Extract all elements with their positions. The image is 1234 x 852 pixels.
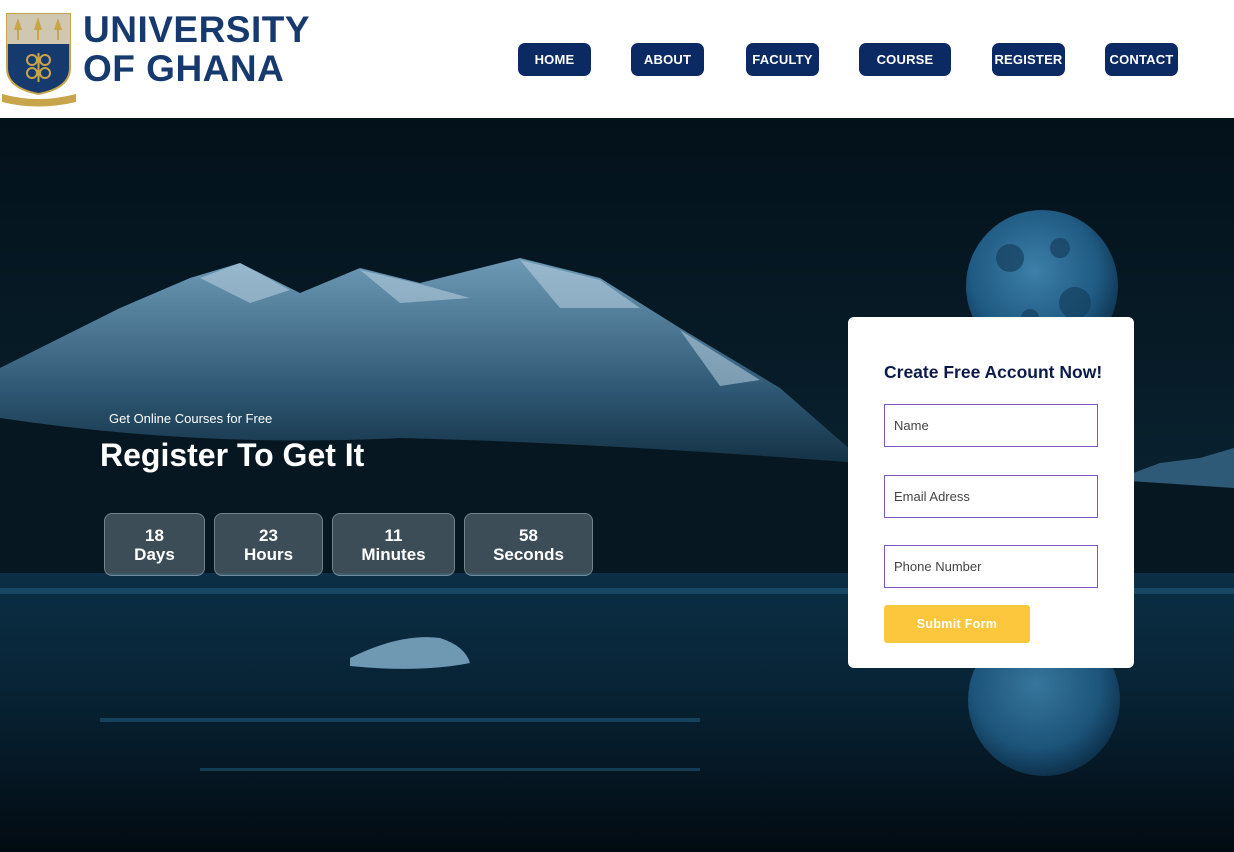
nav-course-button[interactable]: COURSE	[859, 43, 951, 76]
countdown-hours-value: 23	[259, 525, 278, 545]
countdown-minutes-unit: Minutes	[361, 544, 426, 564]
countdown-days: 18 Days	[104, 513, 205, 576]
countdown-minutes-value: 11	[384, 525, 403, 545]
email-field[interactable]	[884, 475, 1098, 518]
countdown-seconds-unit: Seconds	[493, 544, 564, 564]
email-input[interactable]	[885, 476, 1097, 517]
name-input[interactable]	[885, 405, 1097, 446]
hero-headline: Register To Get It	[100, 437, 365, 473]
nav-register-button[interactable]: REGISTER	[992, 43, 1065, 76]
name-field[interactable]	[884, 404, 1098, 447]
nav-faculty-button[interactable]: FACULTY	[746, 43, 819, 76]
nav-about-button[interactable]: ABOUT	[631, 43, 704, 76]
countdown-days-value: 18	[145, 525, 164, 545]
countdown-seconds-value: 58	[519, 525, 538, 545]
nav-contact-button[interactable]: CONTACT	[1105, 43, 1178, 76]
main-navigation: HOME ABOUT FACULTY COURSE REGISTER CONTA…	[0, 43, 1234, 76]
hero-kicker-text: Get Online Courses for Free	[109, 411, 273, 426]
phone-field[interactable]	[884, 545, 1098, 588]
countdown-hours-unit: Hours	[243, 544, 294, 564]
nav-home-button[interactable]: HOME	[518, 43, 591, 76]
hero-section: Get Online Courses for Free Register To …	[0, 118, 1234, 852]
countdown-hours: 23 Hours	[214, 513, 323, 576]
countdown-days-unit: Days	[134, 544, 175, 564]
site-header: UNIVERSITY OF GHANA HOME ABOUT FACULTY C…	[0, 0, 1234, 118]
form-title: Create Free Account Now!	[884, 362, 1103, 382]
registration-form-card: Create Free Account Now! Submit Form	[848, 317, 1134, 668]
countdown-minutes: 11 Minutes	[332, 513, 455, 576]
countdown-seconds: 58 Seconds	[464, 513, 593, 576]
phone-input[interactable]	[885, 546, 1097, 587]
submit-form-button[interactable]: Submit Form	[884, 605, 1030, 643]
